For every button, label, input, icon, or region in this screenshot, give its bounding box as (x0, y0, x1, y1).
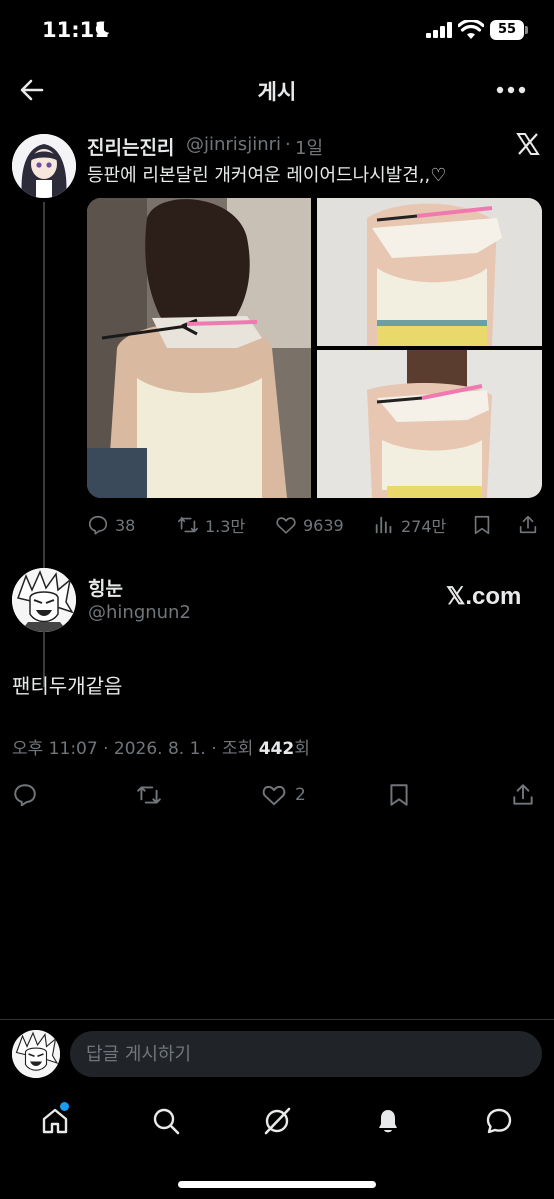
reply-count: 38 (115, 515, 136, 535)
view-count: 442 (258, 739, 295, 759)
share-button[interactable] (517, 510, 545, 540)
reply-icon (14, 784, 36, 807)
x-logo-icon (516, 133, 540, 155)
photo-3[interactable] (317, 350, 542, 498)
notification-dot (60, 1102, 69, 1111)
bookmark-button[interactable] (471, 510, 499, 540)
my-avatar[interactable] (12, 1030, 60, 1078)
avatar[interactable] (12, 134, 76, 198)
tweet-time[interactable]: 1일 (295, 134, 323, 160)
grok-icon (264, 1107, 291, 1135)
tab-home[interactable] (40, 1102, 70, 1136)
messages-icon (486, 1108, 512, 1134)
avatar[interactable] (12, 568, 76, 632)
bottom-tab-bar (0, 1092, 554, 1152)
wifi-icon (458, 20, 484, 39)
header: 게시 (0, 60, 554, 118)
like-button[interactable]: 9639 (275, 510, 344, 540)
like-icon (262, 785, 286, 806)
reply-composer (0, 1019, 554, 1089)
reply-input[interactable] (70, 1031, 542, 1077)
reply-button[interactable] (12, 780, 46, 810)
tab-notifications[interactable] (373, 1106, 403, 1136)
share-icon (513, 784, 533, 805)
author-name[interactable]: 힝눈 (88, 574, 123, 601)
page-title: 게시 (257, 80, 297, 104)
bell-icon (379, 1110, 397, 1133)
view-suffix: 회 (294, 739, 310, 759)
battery-icon: 55 (490, 20, 528, 40)
photo-2[interactable] (317, 198, 542, 346)
search-icon (153, 1108, 180, 1135)
retweet-icon (178, 516, 198, 533)
like-button[interactable]: 2 (261, 780, 306, 810)
share-icon (519, 515, 537, 534)
bookmark-icon (390, 784, 408, 806)
retweet-button[interactable] (136, 780, 170, 810)
tweet-meta: 오후 11:07 · 2026. 8. 1. · 조회 442회 (12, 734, 310, 759)
bookmark-icon (474, 515, 490, 535)
bookmark-button[interactable] (386, 780, 420, 810)
photo-1[interactable] (87, 198, 311, 498)
tab-search[interactable] (151, 1106, 181, 1136)
tweet-actions: 2 (12, 780, 542, 810)
views-icon (375, 516, 392, 534)
retweet-count: 1.3만 (205, 517, 246, 536)
battery-level: 55 (490, 20, 524, 40)
author-name[interactable]: 진리는진리 (87, 133, 174, 160)
tab-grok[interactable] (262, 1106, 292, 1136)
retweet-button[interactable]: 1.3만 (177, 510, 245, 540)
media-grid[interactable] (87, 198, 542, 498)
like-icon (276, 517, 296, 534)
parent-tweet[interactable]: 진리는진리 @jinrisjinri · 1일 등판에 리본달린 개커여운 레이… (0, 128, 554, 687)
tweet-text: 등판에 리본달린 개커여운 레이어드나시발견,,♡ (87, 165, 447, 186)
home-indicator (178, 1181, 376, 1188)
views-button[interactable]: 274만 (373, 510, 446, 540)
views-count: 274만 (401, 517, 447, 536)
status-bar: 11:11 55 (0, 0, 554, 60)
share-button[interactable] (510, 780, 544, 810)
tab-messages[interactable] (484, 1106, 514, 1136)
signal-icon (426, 22, 452, 38)
author-handle[interactable]: @hingnun2 (88, 602, 191, 623)
xcom-watermark: 𝕏.com (446, 583, 522, 610)
like-count: 2 (295, 785, 306, 805)
retweet-icon (137, 786, 161, 804)
more-icon[interactable] (496, 86, 526, 94)
timestamp: 오후 11:07 · 2026. 8. 1. · 조회 (12, 739, 259, 759)
moon-icon (95, 21, 110, 37)
reply-icon (88, 515, 108, 535)
tweet-actions: 38 1.3만 9639 274만 (87, 510, 542, 540)
reply-button[interactable]: 38 (87, 510, 135, 540)
like-count: 9639 (303, 515, 344, 535)
author-handle[interactable]: @jinrisjinri (186, 134, 281, 155)
tweet-text: 팬티두개같음 (12, 674, 123, 698)
separator: · (285, 134, 291, 155)
